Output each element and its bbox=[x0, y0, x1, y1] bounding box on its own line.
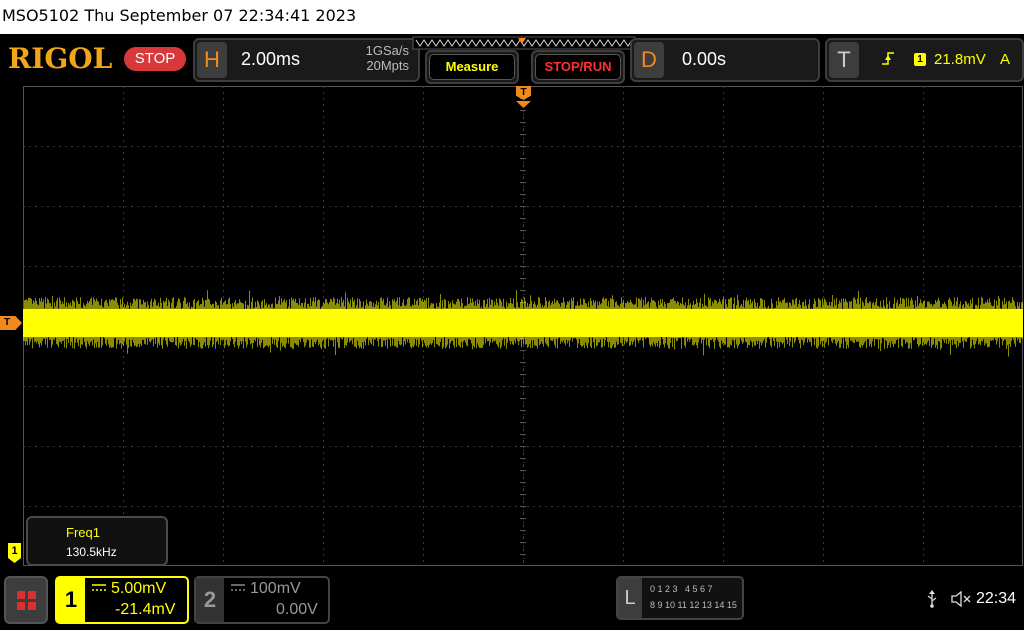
stop-run-label: STOP/RUN bbox=[535, 54, 621, 80]
trigger-mode: A bbox=[1000, 51, 1011, 68]
rigol-logo: RIGOL bbox=[8, 42, 113, 75]
trigger-panel[interactable]: T 1 21.8mV A bbox=[825, 38, 1024, 82]
measurement-value: 130.5kHz bbox=[66, 545, 117, 559]
dc-coupling-icon bbox=[92, 584, 106, 591]
delay-value: 0.00s bbox=[682, 49, 727, 69]
grid-menu-icon bbox=[17, 591, 36, 610]
channel2-scale: 100mV bbox=[250, 580, 301, 597]
channel2-number: 2 bbox=[196, 578, 224, 622]
horizontal-letter: H bbox=[197, 42, 227, 78]
trigger-source-badge: 1 bbox=[914, 53, 926, 66]
trigger-level-indicator[interactable]: T bbox=[0, 316, 22, 330]
logic-channels-row1: 0 1 2 3 4 5 6 7 bbox=[650, 584, 713, 594]
channel2-offset: 0.00V bbox=[276, 601, 318, 618]
channel1-scale: 5.00mV bbox=[111, 580, 167, 597]
channel2-panel[interactable]: 2 100mV 0.00V bbox=[194, 576, 330, 624]
status-clock: 22:34 bbox=[976, 590, 1017, 607]
delay-panel[interactable]: D 0.00s bbox=[630, 38, 820, 82]
trigger-level-value: 21.8mV bbox=[934, 51, 986, 68]
waveform-grid[interactable] bbox=[23, 86, 1023, 566]
speaker-muted-icon[interactable] bbox=[950, 590, 972, 608]
memory-position-strip bbox=[412, 36, 636, 50]
measurement-panel[interactable]: Freq1 130.5kHz bbox=[26, 516, 168, 566]
dc-coupling-icon bbox=[231, 584, 245, 591]
measure-label: Measure bbox=[429, 54, 515, 80]
channel1-number: 1 bbox=[57, 578, 85, 622]
rising-edge-icon bbox=[882, 52, 894, 65]
memory-depth: 20Mpts bbox=[366, 58, 409, 73]
sample-rate: 1GSa/s bbox=[365, 43, 409, 58]
timebase-value: 2.00ms bbox=[241, 49, 301, 69]
title-bar: MSO5102 Thu September 07 22:34:41 2023 bbox=[0, 0, 1024, 34]
measure-button[interactable]: Measure bbox=[425, 50, 519, 84]
horizontal-panel[interactable]: H 2.00ms 1GSa/s 20Mpts bbox=[193, 38, 420, 82]
run-state-badge[interactable]: STOP bbox=[124, 47, 186, 71]
measurement-label: Freq1 bbox=[66, 525, 100, 540]
channel1-panel[interactable]: 1 5.00mV -21.4mV bbox=[55, 576, 189, 624]
channel1-offset: -21.4mV bbox=[115, 601, 176, 618]
logic-panel[interactable]: L 0 1 2 3 4 5 6 7 8 9 10 11 12 13 14 15 bbox=[616, 576, 744, 620]
stop-run-button[interactable]: STOP/RUN bbox=[531, 50, 625, 84]
menu-button[interactable] bbox=[4, 576, 48, 624]
logic-channels-row2: 8 9 10 11 12 13 14 15 bbox=[650, 600, 737, 610]
trigger-letter: T bbox=[829, 42, 859, 78]
title-text: MSO5102 Thu September 07 22:34:41 2023 bbox=[2, 6, 357, 25]
logic-letter: L bbox=[618, 578, 642, 618]
delay-letter: D bbox=[634, 42, 664, 78]
usb-icon bbox=[927, 590, 937, 608]
channel1-ground-marker[interactable]: 1 bbox=[8, 543, 21, 563]
